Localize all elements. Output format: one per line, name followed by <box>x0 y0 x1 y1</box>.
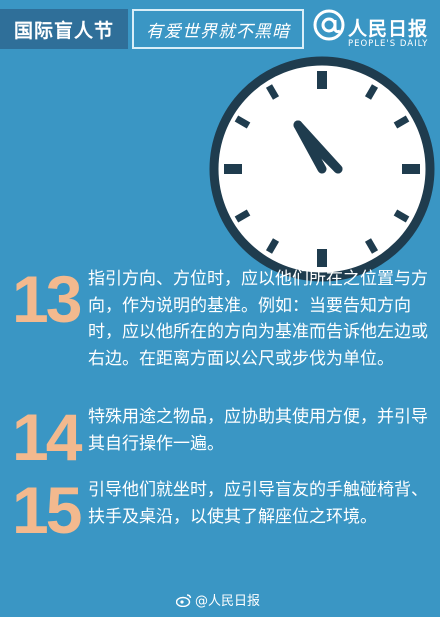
logo-subtitle: PEOPLE'S DAILY <box>348 39 429 49</box>
page-title: 国际盲人节 <box>0 9 128 49</box>
tip-number: 14 <box>12 400 82 474</box>
watermark-text: @人民日报 <box>195 594 261 609</box>
people-daily-logo: 人民日报 PEOPLE'S DAILY <box>312 4 436 56</box>
tip-number: 15 <box>12 473 82 547</box>
tip-text: 特殊用途之物品，应协助其使用方便，并引导其自行操作一遍。 <box>88 407 428 454</box>
slogan: 有爱世界就不黑暗 <box>132 9 304 49</box>
tip-text: 指引方向、方位时，应以他们所在之位置与方向，作为说明的基准。例如：当要告知方向时… <box>88 269 428 369</box>
watermark: @人民日报 <box>176 590 260 609</box>
weibo-icon <box>176 593 192 607</box>
tip-number: 13 <box>12 262 82 336</box>
logo-name: 人民日报 <box>348 18 429 40</box>
clock-icon <box>209 56 435 282</box>
tip-text: 引导他们就坐时，应引导盲友的手触碰椅背、扶手及桌沿，以使其了解座位之环境。 <box>88 480 428 527</box>
at-icon <box>313 9 345 41</box>
